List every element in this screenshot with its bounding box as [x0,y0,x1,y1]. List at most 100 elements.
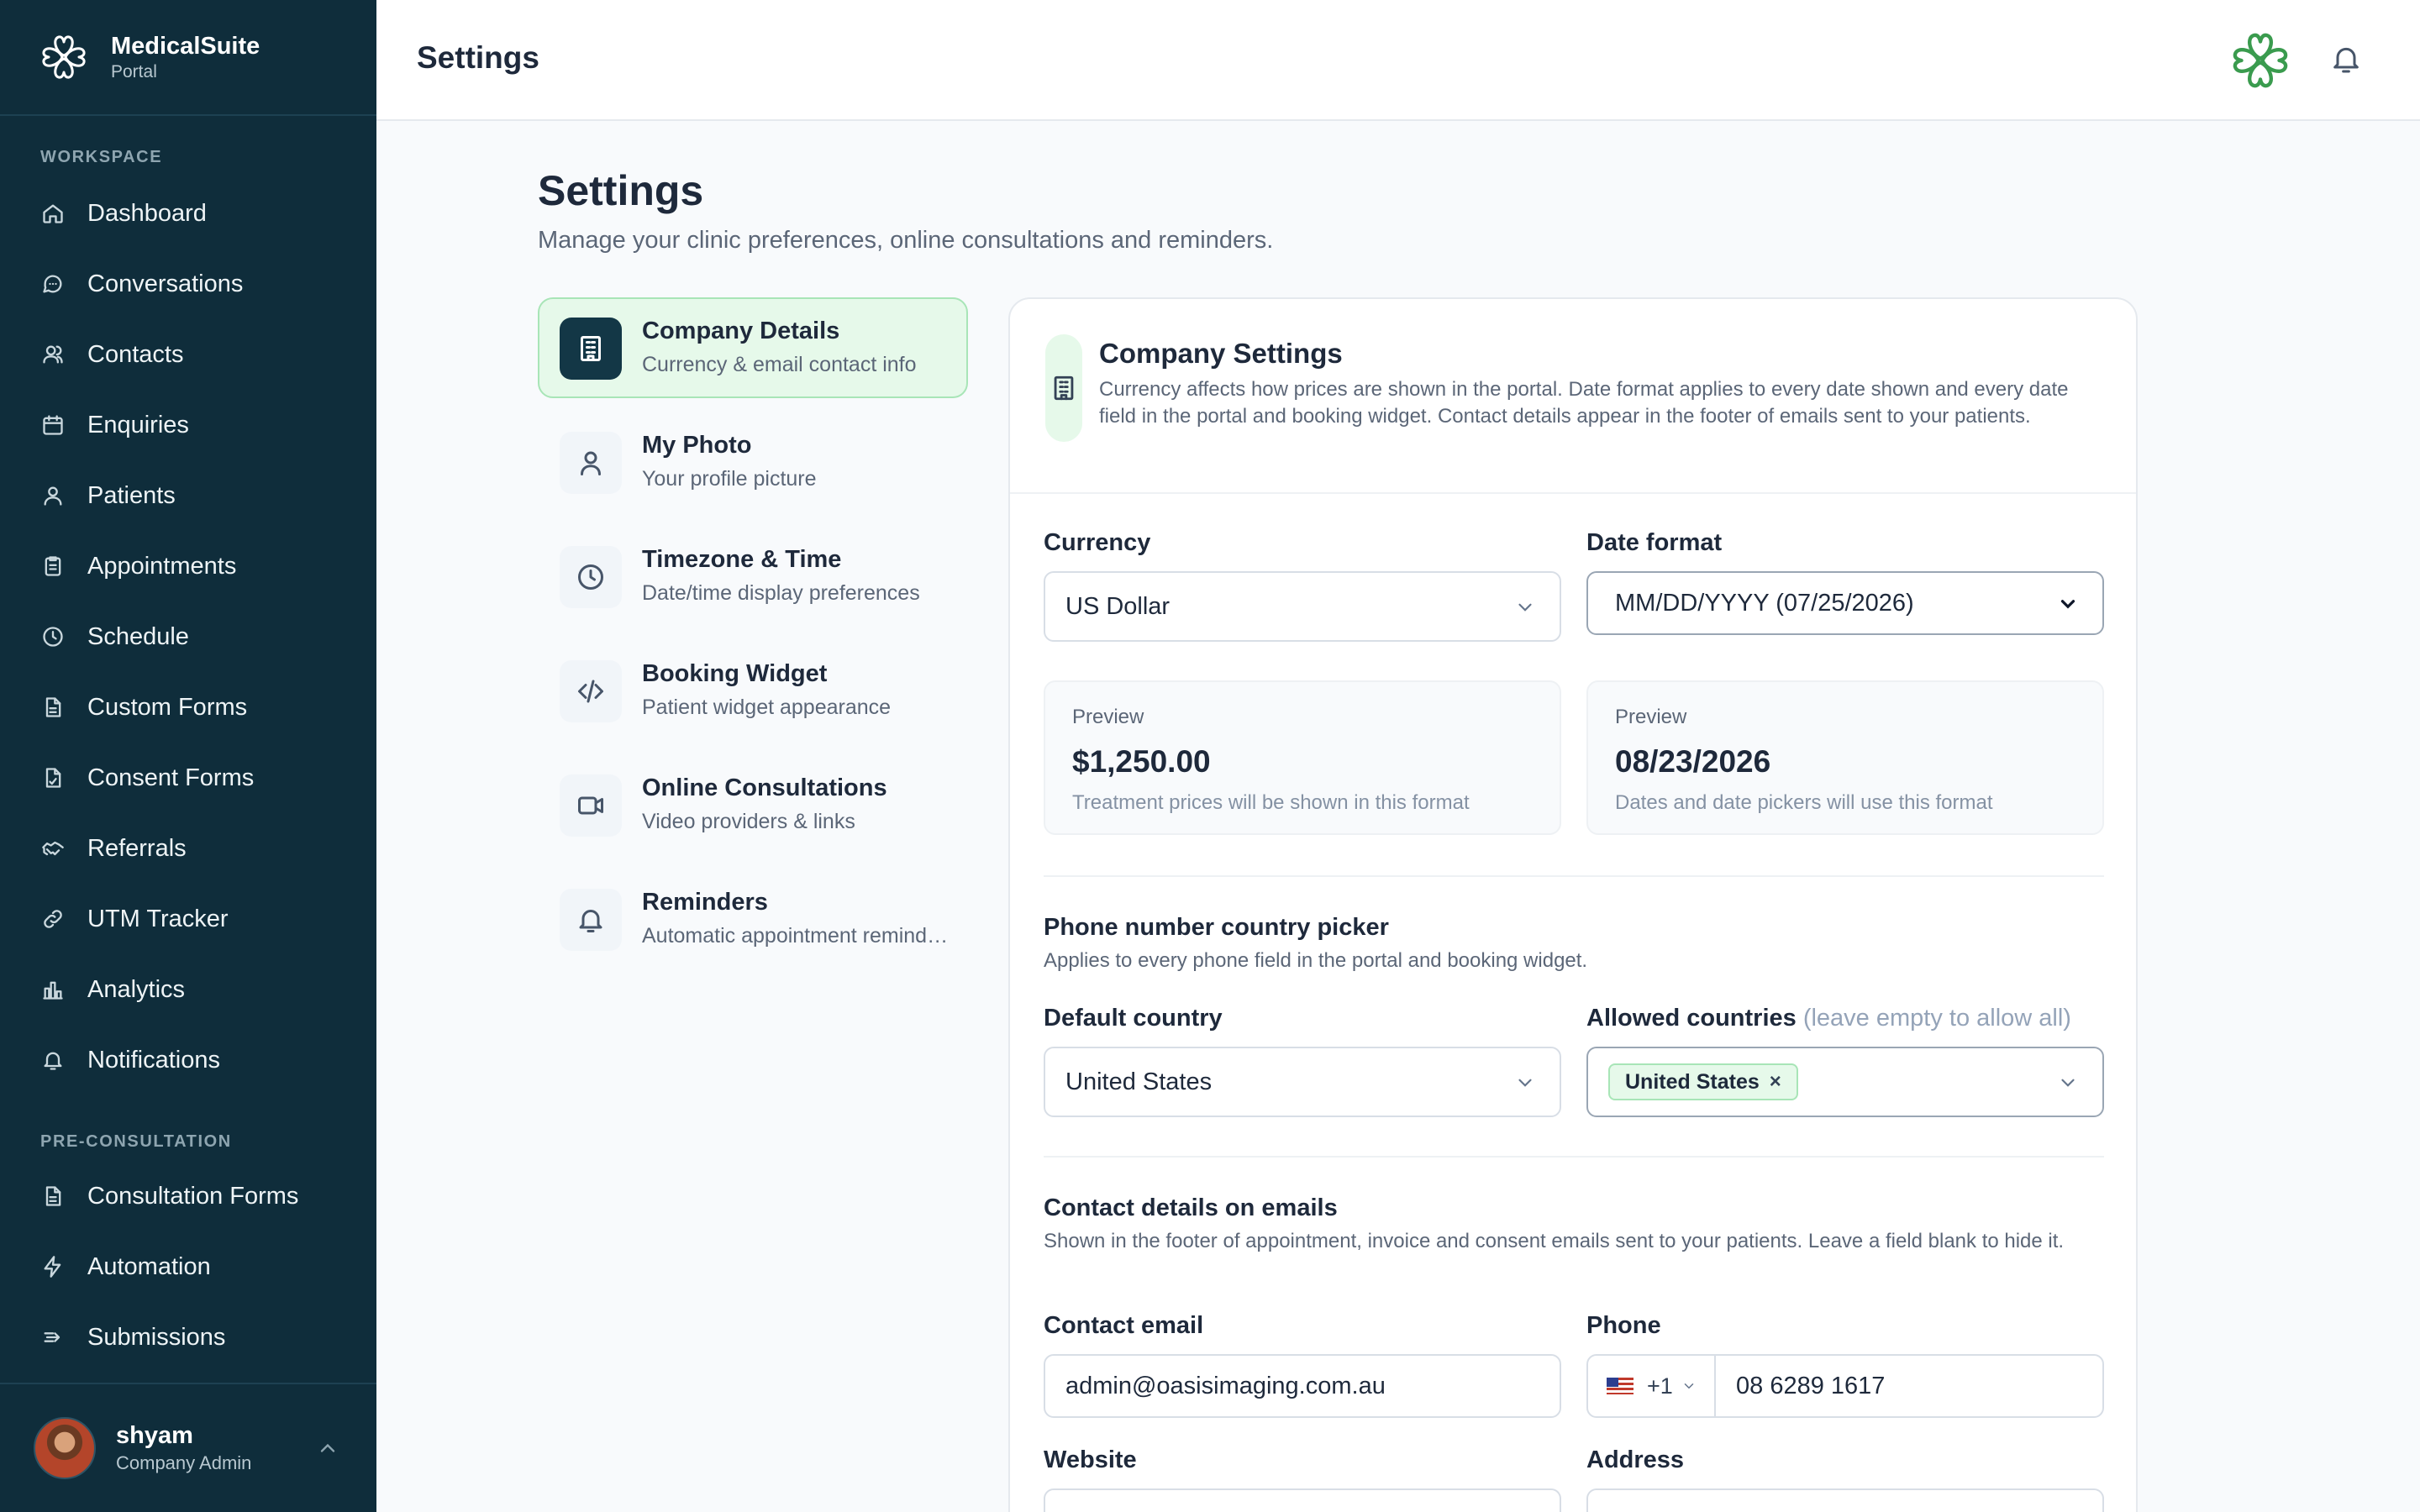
website-label: Website [1044,1446,1137,1473]
sidebar-item-consent-forms[interactable]: Consent Forms [0,743,376,813]
country-code-picker[interactable]: +1 [1588,1356,1716,1416]
chip-remove-button[interactable]: × [1770,1070,1781,1094]
settings-tab-title: My Photo [642,432,752,459]
chevron-down-icon [1518,603,1532,612]
chevron-down-icon [2061,1079,2075,1087]
settings-tab-online-consultations[interactable]: Online Consultations Video providers & l… [538,754,968,855]
users-icon [40,342,66,367]
preview-value: $1,250.00 [1072,744,1211,779]
calendar-icon [40,412,66,438]
allowed-countries-multiselect[interactable]: United States × [1586,1047,2104,1117]
sidebar-item-label: Referrals [87,834,187,862]
brand[interactable]: MedicalSuite Portal [0,0,376,116]
settings-tab-my-photo[interactable]: My Photo Your profile picture [538,412,968,512]
bell-icon [40,1047,66,1073]
sidebar-item-patients[interactable]: Patients [0,460,376,531]
country-chip: United States × [1608,1063,1798,1100]
sidebar-item-enquiries[interactable]: Enquiries [0,390,376,460]
sidebar-nav-workspace: Dashboard Conversations Contacts Enquiri… [0,178,376,1095]
video-icon [560,774,622,837]
sidebar-item-notifications[interactable]: Notifications [0,1025,376,1095]
home-icon [40,201,66,226]
settings-tab-booking-widget[interactable]: Booking Widget Patient widget appearance [538,640,968,741]
sidebar-item-custom-forms[interactable]: Custom Forms [0,672,376,743]
currency-select[interactable]: US Dollar [1044,571,1561,642]
card-title: Company Settings [1099,338,1343,369]
sidebar-item-label: Consultation Forms [87,1182,299,1210]
chip-label: United States [1625,1069,1760,1094]
chevron-down-icon [1684,1383,1694,1389]
sidebar-item-label: Conversations [87,270,244,297]
phone-picker-title: Phone number country picker [1044,914,1389,941]
company-settings-card: Company Settings Currency affects how pr… [1008,297,2138,1512]
settings-nav: Company Details Currency & email contact… [538,297,968,983]
bell-icon[interactable] [2329,42,2363,76]
chat-bubble-icon [40,271,66,297]
preview-value: 08/23/2026 [1615,744,1771,779]
settings-tab-reminders[interactable]: Reminders Automatic appointment reminder… [538,869,968,969]
currency-preview: Preview $1,250.00 Treatment prices will … [1044,680,1561,835]
sidebar-item-conversations[interactable]: Conversations [0,249,376,319]
contact-email-label: Contact email [1044,1312,1204,1339]
settings-tab-subtitle: Video providers & links [642,810,855,833]
sidebar-item-label: Dashboard [87,199,207,227]
phone-number-value: 08 6289 1617 [1736,1373,1886,1399]
user-menu[interactable]: shyam Company Admin [0,1383,376,1512]
settings-tab-company-details[interactable]: Company Details Currency & email contact… [538,297,968,398]
date-format-select[interactable]: MM/DD/YYYY (07/25/2026) [1586,571,2104,635]
user-icon [560,432,622,494]
contact-email-field[interactable]: admin@oasisimaging.com.au [1044,1354,1561,1418]
address-field[interactable] [1586,1488,2104,1512]
sidebar-item-automation[interactable]: Automation [0,1231,376,1302]
sidebar-item-label: Appointments [87,552,237,580]
lightning-icon [40,1254,66,1279]
submit-arrow-icon [40,1325,66,1350]
contact-details-title: Contact details on emails [1044,1194,1338,1221]
address-label: Address [1586,1446,1685,1473]
app-subtitle: Portal [111,62,157,81]
clock-icon [40,624,66,649]
divider [1044,875,2104,877]
settings-tab-subtitle: Date/time display preferences [642,581,920,605]
sidebar-item-label: UTM Tracker [87,905,229,932]
user-name: shyam [116,1422,193,1449]
sidebar-item-label: Notifications [87,1046,220,1074]
clover-logo-icon [2233,33,2288,88]
settings-tab-title: Company Details [642,318,840,344]
sidebar-item-analytics[interactable]: Analytics [0,954,376,1025]
date-format-value: MM/DD/YYYY (07/25/2026) [1615,589,1914,617]
sidebar-item-label: Consent Forms [87,764,255,791]
topbar: Settings [376,0,2420,121]
website-field[interactable] [1044,1488,1561,1512]
chevron-down-icon [2060,600,2075,609]
sidebar-item-consultation-forms[interactable]: Consultation Forms [0,1161,376,1231]
settings-tab-title: Reminders [642,889,768,916]
clock-icon [560,546,622,608]
user-icon [40,483,66,508]
sidebar-item-contacts[interactable]: Contacts [0,319,376,390]
sidebar-item-label: Schedule [87,622,189,650]
user-role: Company Admin [116,1452,252,1473]
default-country-select[interactable]: United States [1044,1047,1561,1117]
date-format-label: Date format [1586,529,1723,556]
card-header: Company Settings Currency affects how pr… [1010,299,2136,494]
contact-details-description: Shown in the footer of appointment, invo… [1044,1230,2065,1252]
sidebar-item-schedule[interactable]: Schedule [0,601,376,672]
settings-tab-subtitle: Your profile picture [642,467,817,491]
sidebar-item-referrals[interactable]: Referrals [0,813,376,884]
sidebar-nav-pre-consultation: Consultation Forms Automation Submission… [0,1161,376,1373]
chevron-up-icon[interactable] [316,1436,339,1460]
settings-tab-subtitle: Patient widget appearance [642,696,892,719]
sidebar-section-workspace: WORKSPACE [40,148,163,166]
settings-tab-subtitle: Currency & email contact info [642,353,917,376]
settings-tab-subtitle: Automatic appointment reminders [642,924,955,948]
sidebar-item-utm-tracker[interactable]: UTM Tracker [0,884,376,954]
clipboard-icon [40,554,66,579]
country-code: +1 [1647,1373,1673,1399]
settings-tab-timezone[interactable]: Timezone & Time Date/time display prefer… [538,526,968,627]
sidebar-item-submissions[interactable]: Submissions [0,1302,376,1373]
sidebar-item-appointments[interactable]: Appointments [0,531,376,601]
phone-field[interactable]: +1 08 6289 1617 [1586,1354,2104,1418]
sidebar-item-dashboard[interactable]: Dashboard [0,178,376,249]
sidebar-item-label: Enquiries [87,411,189,438]
